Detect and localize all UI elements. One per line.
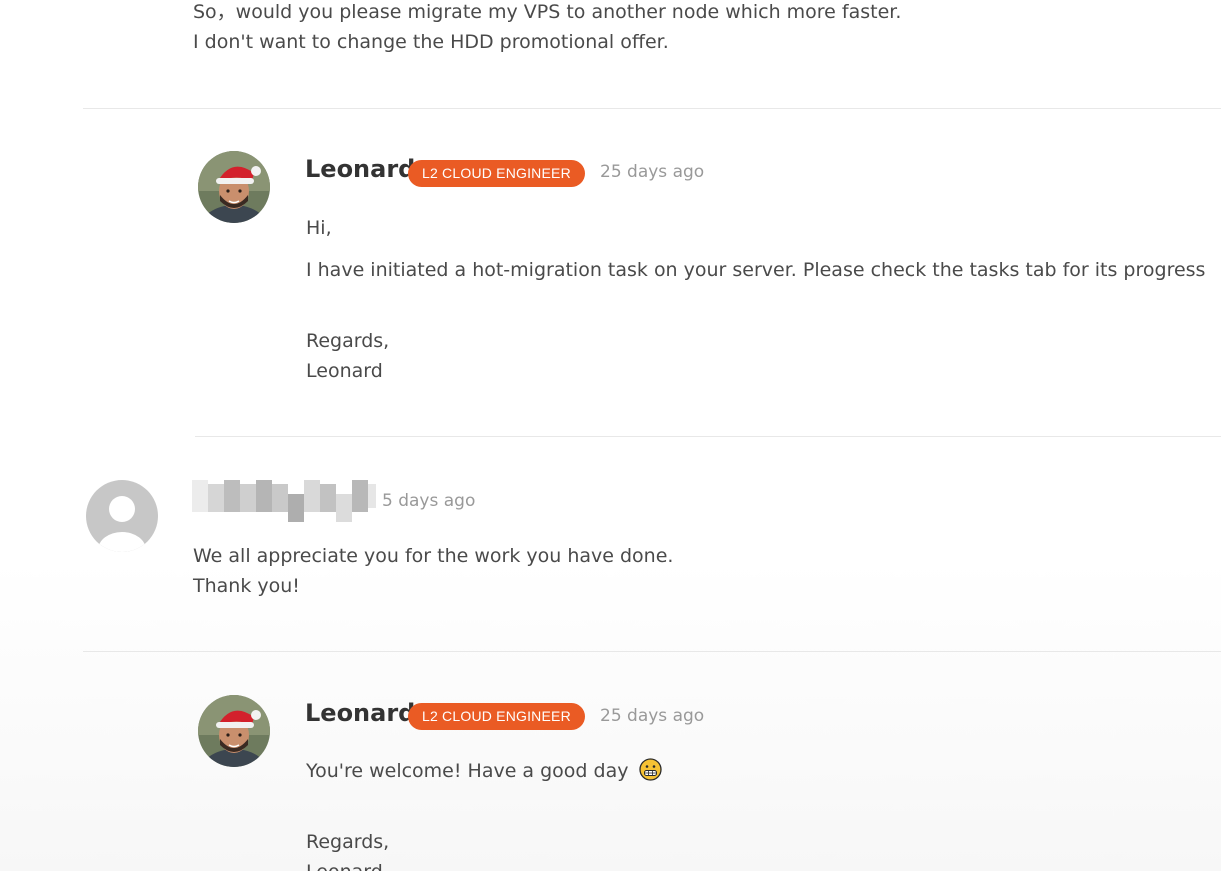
author-name[interactable]: Leonard xyxy=(305,155,415,183)
message-line: I don't want to change the HDD promotion… xyxy=(193,31,669,53)
reply-signature: Leonard xyxy=(306,857,383,871)
reply-greeting: Hi, xyxy=(306,217,332,239)
timestamp: 5 days ago xyxy=(380,491,476,511)
staff-avatar xyxy=(198,695,270,767)
reply-regards: Regards, xyxy=(306,831,390,853)
grin-emoji-icon xyxy=(638,758,662,781)
divider xyxy=(83,651,1221,652)
divider xyxy=(195,436,1221,437)
reply-body: I have initiated a hot-migration task on… xyxy=(306,259,1206,281)
timestamp: 25 days ago xyxy=(600,162,705,182)
reply-signature: Leonard xyxy=(306,360,383,382)
message-line: So，would you please migrate my VPS to an… xyxy=(193,1,902,23)
reply-body: You're welcome! Have a good day xyxy=(306,756,662,786)
reply-regards: Regards, xyxy=(306,330,390,352)
staff-avatar xyxy=(198,151,270,223)
timestamp: 25 days ago xyxy=(600,706,705,726)
role-badge: L2 CLOUD ENGINEER xyxy=(408,160,585,187)
author-name[interactable]: Leonard xyxy=(305,699,415,727)
message-line: Thank you! xyxy=(193,575,300,597)
reply-body-text: You're welcome! Have a good day xyxy=(306,760,629,782)
redacted-username xyxy=(192,480,382,524)
message-line: We all appreciate you for the work you h… xyxy=(193,545,674,567)
default-user-avatar xyxy=(86,480,158,552)
divider xyxy=(83,108,1221,109)
role-badge: L2 CLOUD ENGINEER xyxy=(408,703,585,730)
